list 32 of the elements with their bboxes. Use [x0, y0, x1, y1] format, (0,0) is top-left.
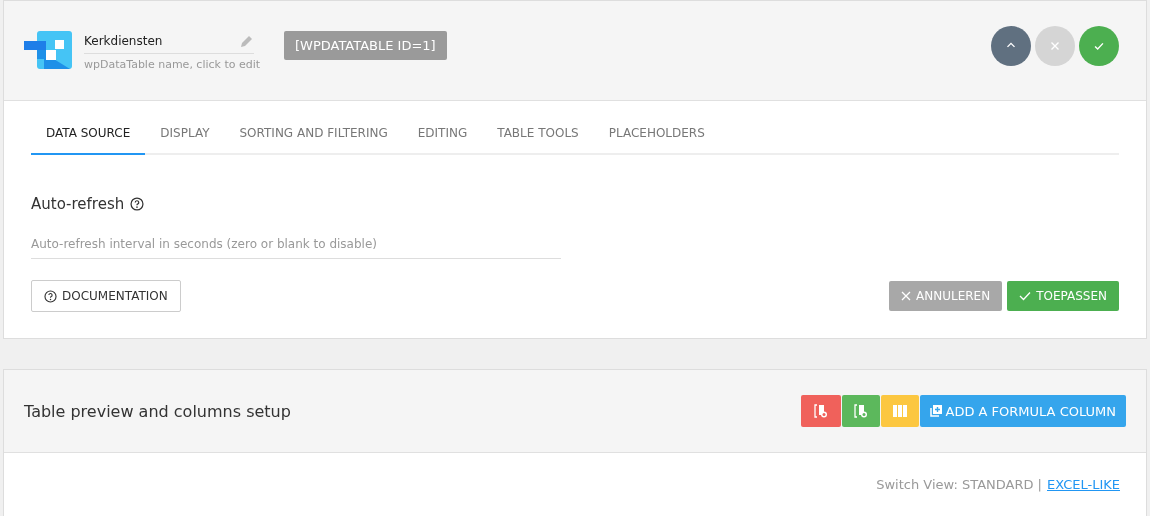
shortcode-label[interactable]: [WPDATATABLE ID=1] — [284, 31, 447, 60]
tab[interactable]: PLACEHOLDERS — [593, 113, 720, 155]
remove-column-button[interactable] — [800, 395, 841, 427]
section-title: Table preview and columns setup — [24, 401, 291, 421]
tab[interactable]: EDITING — [402, 113, 483, 155]
columns-button[interactable] — [880, 395, 919, 427]
name-hint: wpDataTable name, click to edit — [84, 58, 261, 71]
add-column-button[interactable] — [841, 395, 880, 427]
help-icon — [44, 289, 57, 303]
table-name[interactable]: Kerkdiensten — [84, 34, 163, 48]
collapse-button[interactable] — [991, 25, 1031, 66]
logo-icon — [24, 30, 72, 71]
apply-button[interactable]: TOEPASSEN — [1007, 281, 1119, 311]
check-icon — [1019, 291, 1032, 301]
close-icon — [901, 291, 912, 301]
tab[interactable]: DATA SOURCE — [31, 113, 146, 155]
columns-icon — [892, 405, 907, 417]
add-formula-column-button[interactable]: ADD A FORMULA COLUMN — [919, 395, 1126, 427]
tab[interactable]: DISPLAY — [145, 113, 225, 155]
help-icon — [130, 197, 145, 211]
input-field[interactable]: Auto-refresh interval in seconds (zero or blank to disable) — [31, 231, 561, 259]
section-title: Auto-refresh — [31, 195, 125, 213]
column-remove-icon — [813, 404, 828, 418]
switch-view-label: Switch View: STANDARD | — [876, 477, 1042, 492]
documentation-button[interactable]: DOCUMENTATION — [31, 280, 181, 312]
save-button[interactable] — [1079, 25, 1119, 66]
add-layer-icon — [929, 405, 942, 417]
pencil-icon[interactable] — [240, 34, 254, 48]
excel-like-link[interactable]: EXCEL-LIKE — [1047, 477, 1120, 492]
tab[interactable]: TABLE TOOLS — [482, 113, 594, 155]
tab[interactable]: SORTING AND FILTERING — [224, 113, 403, 155]
column-add-icon — [853, 404, 868, 418]
